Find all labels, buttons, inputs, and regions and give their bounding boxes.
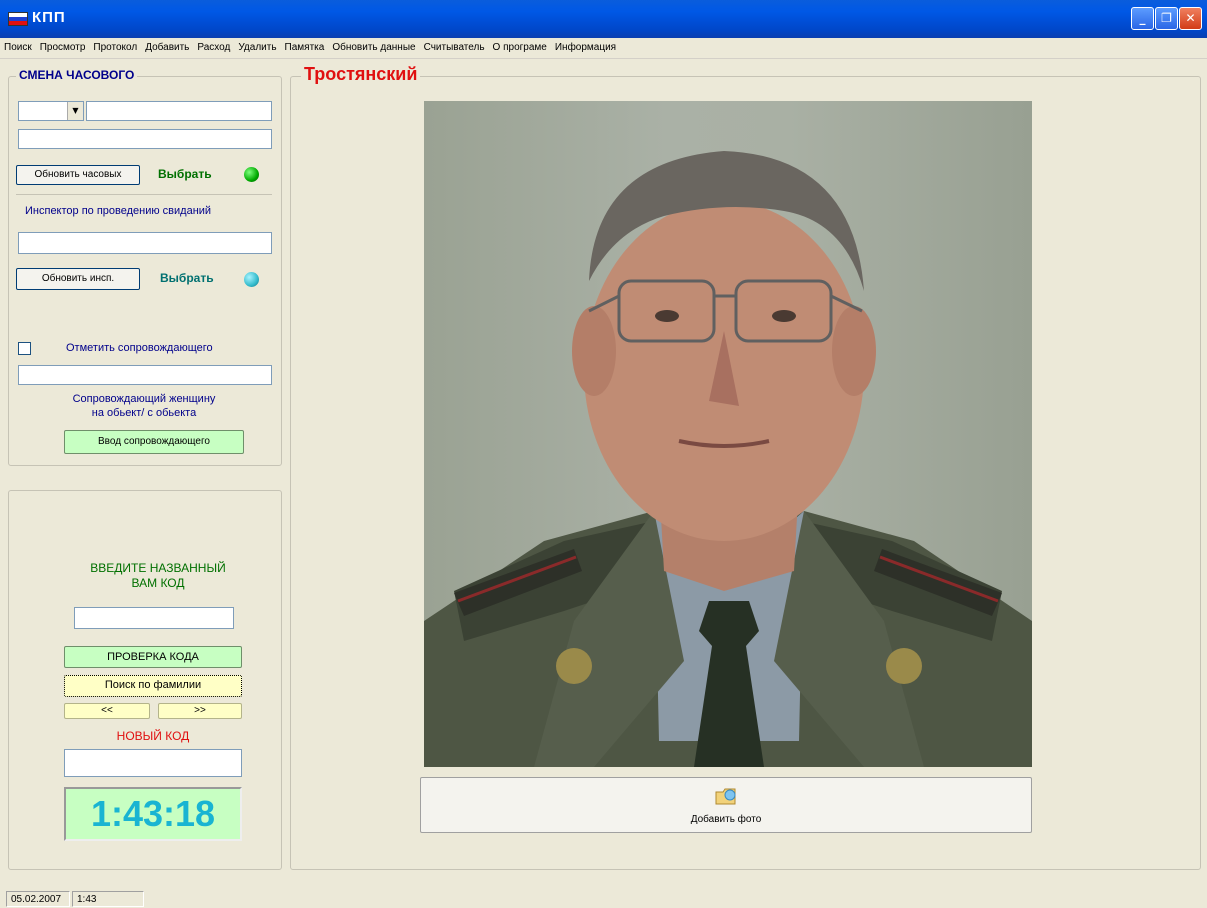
menu-refresh-data[interactable]: Обновить данные <box>328 38 419 58</box>
menu-info[interactable]: Информация <box>551 38 620 58</box>
escort-input-button[interactable]: Ввод сопровождающего <box>64 430 244 454</box>
guard-name-field[interactable] <box>86 101 272 121</box>
escort-description-line2: на обьект/ с обьекта <box>91 407 197 419</box>
menu-add[interactable]: Добавить <box>141 38 193 58</box>
mark-escort-label[interactable]: Отметить сопровождающего <box>66 342 213 354</box>
select-guard-label[interactable]: Выбрать <box>158 167 212 181</box>
guard-field-2[interactable] <box>18 129 272 149</box>
minimize-button[interactable]: _ <box>1131 7 1154 30</box>
select-inspector-label[interactable]: Выбрать <box>160 271 214 285</box>
check-code-button[interactable]: ПРОВЕРКА КОДА <box>64 646 242 668</box>
next-button[interactable]: >> <box>158 703 242 719</box>
person-name-title: Тростянский <box>301 64 421 85</box>
add-photo-label: Добавить фото <box>690 814 762 825</box>
folder-photo-icon <box>715 786 739 806</box>
add-photo-button[interactable]: Добавить фото <box>420 777 1032 833</box>
menu-protocol[interactable]: Протокол <box>89 38 141 58</box>
clock-display: 1:43:18 <box>64 787 242 841</box>
menu-view[interactable]: Просмотр <box>36 38 90 58</box>
maximize-button[interactable]: ❐ <box>1155 7 1178 30</box>
guard-change-title: СМЕНА ЧАСОВОГО <box>16 68 138 82</box>
new-code-field[interactable] <box>64 749 242 777</box>
status-date: 05.02.2007 <box>6 891 70 907</box>
refresh-guards-button[interactable]: Обновить часовых <box>16 165 140 185</box>
chevron-down-icon[interactable]: ▼ <box>67 102 83 120</box>
person-photo <box>424 101 1032 767</box>
refresh-inspector-button[interactable]: Обновить инсп. <box>16 268 140 290</box>
status-time: 1:43 <box>72 891 144 907</box>
guard-status-led <box>244 167 259 182</box>
menu-about[interactable]: О програме <box>489 38 551 58</box>
menu-bar: Поиск Просмотр Протокол Добавить Расход Удали… <box>0 38 1207 59</box>
menu-search[interactable]: Поиск <box>0 38 36 58</box>
code-prompt-line1: ВВЕДИТЕ НАЗВАННЫЙ <box>90 561 226 575</box>
inspector-status-led <box>244 272 259 287</box>
escort-description-line1: Сопровождающий женщину <box>72 393 216 405</box>
window-title: КПП <box>32 9 66 26</box>
mark-escort-checkbox[interactable] <box>18 342 31 355</box>
code-prompt-line2: ВАМ КОД <box>131 576 185 590</box>
new-code-label: НОВЫЙ КОД <box>116 729 190 743</box>
menu-expense[interactable]: Расход <box>193 38 234 58</box>
code-input[interactable] <box>74 607 234 629</box>
menu-delete[interactable]: Удалить <box>234 38 280 58</box>
menu-memo[interactable]: Памятка <box>281 38 329 58</box>
divider <box>16 194 272 195</box>
close-button[interactable]: ✕ <box>1179 7 1202 30</box>
flag-icon <box>8 12 28 26</box>
inspector-label: Инспектор по проведению свиданий <box>25 205 212 217</box>
shift-combo[interactable]: ▼ <box>18 101 84 121</box>
escort-field[interactable] <box>18 365 272 385</box>
prev-button[interactable]: << <box>64 703 150 719</box>
menu-reader[interactable]: Считыватель <box>420 38 489 58</box>
status-bar: 05.02.2007 1:43 <box>0 885 1207 907</box>
search-surname-button[interactable]: Поиск по фамилии <box>64 675 242 697</box>
inspector-field[interactable] <box>18 232 272 254</box>
title-bar: КПП _ ❐ ✕ <box>0 0 1207 38</box>
